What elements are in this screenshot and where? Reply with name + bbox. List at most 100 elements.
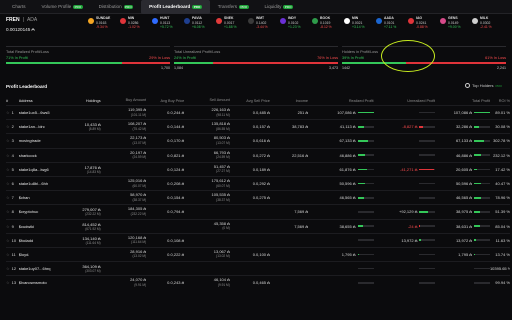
address-link[interactable]: stake1q8a...lwg6 [19,167,63,172]
address-link[interactable]: stake1ux5...6ws5 [19,110,63,115]
star-icon[interactable]: ☆ [6,124,10,129]
address-link[interactable]: $Ivanownsmoto [19,280,63,285]
table-row[interactable]: ☆ 5 stake1q8a...lwg6 17,876 ₳ (14.83 M) 0.0,1… [6,161,510,176]
column-header[interactable]: # [6,99,19,103]
address-link[interactable]: stake1u8bl...6hh [19,181,63,186]
top-holders-button[interactable]: Top Holders PRO [465,83,502,88]
star-icon[interactable]: ☆ [6,252,10,257]
table-row[interactable]: ☆ 12 stake1uy07...6hrq 364,109 ₳ (303.07 M) 1… [6,261,510,275]
pro-badge: PRO [495,83,502,88]
column-header[interactable]: Address [19,99,63,103]
sell-amount-sub: (86.55 M) [216,126,230,131]
tab-liquidity[interactable]: Liquidity PRO [257,0,301,14]
star-icon[interactable]: ☆ [6,110,10,115]
total-profit-cell: 38,975 ₳ [435,209,490,214]
total-bar-fill [473,125,479,128]
table-row[interactable]: ☆ 11 $loyd. 28,916 ₳ (13.02 M) 0.0,222 ₳ 13,06… [6,246,510,261]
address-link[interactable]: stake1uy07...6hrq [19,266,63,271]
holdings-sub: (232.22 M) [85,212,101,217]
rank-cell: ☆ 1 [6,110,19,115]
ticker-item[interactable]: SNEK 0.0017 +1.88 % [216,16,248,34]
address-link[interactable]: $loyd. [19,252,63,257]
address-link[interactable]: $fodadd [19,238,63,243]
address-link[interactable]: movingtrade [19,138,63,143]
token-header: FREN | ADA 0.00120145 ₳ [6,15,86,35]
ticker-item[interactable]: WMT 0.1402 -3.44 % [248,16,280,34]
star-icon[interactable]: ☆ [6,224,10,229]
rank-cell: ☆ 3 [6,138,19,143]
table-row[interactable]: ☆ 2 stake1an...ldrc 10,433 ₳ (8.89 M) 108,207… [6,119,510,133]
ticker-item[interactable]: MIN 0.0286 -1.02 % [120,16,152,34]
rank-cell: ☆ 8 [6,209,19,214]
unrealized-bar [419,267,436,270]
realized-bar-fill [357,196,365,199]
star-icon[interactable]: ☆ [6,153,10,158]
ticker-text: GENS 0.0149 +9.00 % [448,16,461,30]
rank-number: 6 [11,181,14,187]
column-header[interactable]: ROI % [490,99,510,103]
column-header[interactable]: Holdings [62,99,101,103]
total-bar [473,111,490,114]
ticker-item[interactable]: INDY 0.0102 +1.23 % [280,16,312,34]
column-header[interactable]: Avg Sell Price [230,99,270,103]
income-value: 22,516 ₳ [292,152,309,158]
ticker-change: -0.88 % [416,25,428,29]
table-row[interactable]: ☆ 10 $fodadd 134,140 ₳ (111.64 M) 120,168 ₳ (1… [6,232,510,247]
table-row[interactable]: ☆ 3 movingtrade 22,173 ₳ (13.07 M) 0.0,170 ₳ 8… [6,133,510,147]
tab-volume-profile[interactable]: Volume Profile PRO [34,0,91,14]
total-bar [473,125,490,128]
total-bar [473,182,490,185]
table-row[interactable]: ☆ 8 $cryptohuc 279,007 ₳ (232.22 M) 184,305 ₳… [6,204,510,218]
address-link[interactable]: $cudwiki [19,224,63,229]
table-row[interactable]: ☆ 9 $cudwiki 814,452 ₳ (671.92 M) 45,358 ₳ (0 … [6,218,510,233]
ticker-item[interactable]: BOOK 0.1019 -8.12 % [312,16,344,34]
pro-badge: PRO [123,4,134,9]
ticker-item[interactable]: AADA 0.0101 +7.11 % [376,16,408,34]
roi-value: 40.47 % [495,181,510,187]
star-icon[interactable]: ☆ [6,280,10,285]
table-row[interactable]: ☆ 1 stake1ux5...6ws5 119,395 ₳ (101.11 M) 0.0… [6,105,510,119]
card-label: Total Unrealized Profit/Loss [174,50,221,54]
tab-distribution[interactable]: Distribution PRO [91,0,142,14]
star-icon[interactable]: ☆ [6,138,10,143]
address-link[interactable]: sharkcock [19,153,63,158]
rank-cell: ☆ 6 [6,181,19,186]
star-icon[interactable]: ☆ [6,167,10,172]
total-bar [473,253,490,256]
ticker-item[interactable]: SUNDAE 0.0163 -9.34 % [88,16,120,34]
column-header[interactable]: Avg Buy Price [146,99,185,103]
tab-charts[interactable]: Charts [4,0,34,14]
tab-transfers[interactable]: Transfers PRO [210,0,257,14]
column-header[interactable]: Sell Amount [184,98,230,103]
address-link[interactable]: $chan [19,195,63,200]
avg-buy-price: 0.0,170 ₳ [167,138,185,144]
total-profit-cell: 46,565 ₳ [435,195,490,200]
avg-sell-price: 0.0,189 ₳ [252,166,270,172]
address-link[interactable]: stake1an...ldrc [19,124,63,129]
tab-label: Liquidity [264,4,282,9]
ticker-item[interactable]: HUNT 0.0113 +5.72 % [152,16,184,34]
column-header[interactable]: Realized Profit [308,99,374,103]
column-header[interactable]: Total Profit [435,99,490,103]
ticker-item[interactable]: MIN 0.0021 +3.14 % [344,16,376,34]
star-icon[interactable]: ☆ [6,238,10,243]
table-row[interactable]: ☆ 13 $Ivanownsmoto 24,070 ₳ (9.91 M) 0.0,243 … [6,275,510,289]
star-icon[interactable]: ☆ [6,209,10,214]
tab-profit-leaderboard[interactable]: Profit Leaderboard PRO [141,0,210,14]
star-icon[interactable]: ☆ [6,181,10,186]
table-row[interactable]: ☆ 4 sharkcock 20,197 ₳ (24.59 M) 0.0,821 ₳ 66,… [6,147,510,162]
star-icon[interactable]: ☆ [6,195,10,200]
address-link[interactable]: $cryptohuc [19,209,63,214]
ticker-item[interactable]: IAG 0.0241 -0.88 % [408,16,440,34]
column-header[interactable]: Income [270,99,308,103]
table-row[interactable]: ☆ 7 $chan 58,970 ₳ (38.37 M) 0.0,154 ₳ 105,535… [6,190,510,204]
ticker-item[interactable]: GENS 0.0149 +9.00 % [440,16,472,34]
column-header[interactable]: Unrealized Profit [374,99,435,103]
rank-number: 10 [11,237,17,243]
column-header[interactable]: Buy Amount [101,98,146,103]
star-icon[interactable]: ☆ [6,266,10,271]
table-row[interactable]: ☆ 6 stake1u8bl...6hh 125,016 ₳ (60.07 M) 0.0,… [6,175,510,190]
ticker-item[interactable]: MILK 0.0302 -2.41 % [472,16,504,34]
ticker-item[interactable]: PAVIA 0.0112 +6.08 % [184,16,216,34]
total-bar [473,239,490,242]
